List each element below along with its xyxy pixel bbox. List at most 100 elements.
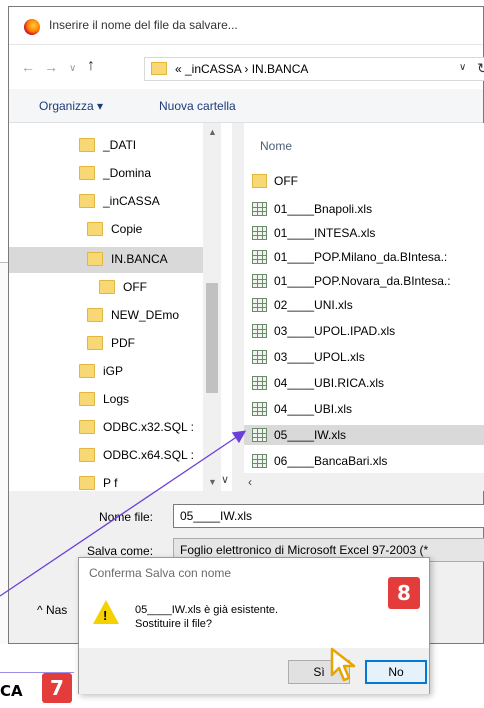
column-header-name[interactable]: Nome bbox=[260, 139, 292, 153]
recent-locations-chevron-icon[interactable]: ∨ bbox=[69, 63, 76, 74]
expand-chevron-icon[interactable]: ∨ bbox=[221, 473, 229, 486]
confirm-overwrite-dialog: Conferma Salva con nome ! 05____IW.xls è… bbox=[78, 557, 430, 694]
file-row[interactable]: 01____POP.Milano_da.BIntesa.: bbox=[244, 247, 484, 267]
refresh-icon[interactable]: ↻ bbox=[477, 60, 484, 77]
folder-icon bbox=[79, 194, 95, 208]
tree-item-selected[interactable]: IN.BANCA bbox=[9, 247, 203, 273]
file-name: 04____UBI.xls bbox=[274, 402, 353, 416]
tree-item[interactable]: _inCASSA bbox=[79, 189, 269, 215]
nav-vertical-scrollbar[interactable]: ▲ ▼ bbox=[203, 123, 221, 491]
scroll-down-icon[interactable]: ▼ bbox=[208, 477, 217, 487]
background-fragment-text: CA bbox=[0, 682, 23, 700]
file-name: 01____POP.Milano_da.BIntesa.: bbox=[274, 250, 448, 264]
spreadsheet-icon bbox=[252, 202, 267, 216]
address-path: « _inCASSA › IN.BANCA bbox=[175, 62, 309, 76]
tree-item-label: _inCASSA bbox=[103, 194, 160, 208]
firefox-icon bbox=[24, 19, 40, 35]
tree-item-label: Logs bbox=[103, 392, 130, 406]
file-row[interactable]: 03____UPOL.xls bbox=[244, 347, 484, 367]
tree-item[interactable]: P f bbox=[79, 471, 269, 491]
horizontal-scrollbar[interactable]: ‹ bbox=[244, 473, 484, 491]
spreadsheet-icon bbox=[252, 376, 267, 390]
scroll-left-icon[interactable]: ‹ bbox=[248, 475, 252, 489]
folder-icon bbox=[79, 420, 95, 434]
title-bar: Inserire il nome del file da salvare... bbox=[9, 7, 483, 45]
tree-item[interactable]: ODBC.x64.SQL : bbox=[79, 443, 269, 469]
file-name: 02____UNI.xls bbox=[274, 298, 353, 312]
spreadsheet-icon bbox=[252, 324, 267, 338]
file-row[interactable]: 01____Bnapoli.xls bbox=[244, 199, 484, 219]
step-badge-7: 7 bbox=[42, 673, 72, 703]
confirm-message-line1: 05____IW.xls è già esistente. bbox=[135, 604, 279, 616]
folder-icon bbox=[79, 476, 95, 490]
file-row[interactable]: 06____BancaBari.xls bbox=[244, 451, 484, 471]
spreadsheet-icon bbox=[252, 350, 267, 364]
confirm-dialog-footer: Sì No bbox=[79, 648, 429, 694]
folder-icon bbox=[87, 222, 103, 236]
tree-item-label: OFF bbox=[123, 280, 147, 294]
forward-arrow-icon[interactable]: → bbox=[44, 59, 58, 75]
back-arrow-icon[interactable]: ← bbox=[21, 59, 35, 75]
step-badge-8: 8 bbox=[388, 577, 420, 609]
file-row[interactable]: 03____UPOL.IPAD.xls bbox=[244, 321, 484, 341]
file-name: 01____POP.Novara_da.BIntesa.: bbox=[274, 274, 451, 288]
tree-item[interactable]: _Domina bbox=[79, 161, 269, 187]
tree-item-label: Copie bbox=[111, 222, 143, 236]
tree-item-label: P f bbox=[103, 476, 118, 490]
tree-item-label: PDF bbox=[111, 336, 135, 350]
file-name: 06____BancaBari.xls bbox=[274, 454, 388, 468]
file-row[interactable]: 04____UBI.RICA.xls bbox=[244, 373, 484, 393]
spreadsheet-icon bbox=[252, 298, 267, 312]
folder-icon bbox=[79, 448, 95, 462]
tree-item[interactable]: Logs bbox=[79, 387, 269, 413]
file-row[interactable]: OFF bbox=[244, 171, 484, 191]
spreadsheet-icon bbox=[252, 226, 267, 240]
folder-icon bbox=[79, 364, 95, 378]
folder-icon bbox=[79, 138, 95, 152]
new-folder-button[interactable]: Nuova cartella bbox=[159, 99, 236, 113]
file-name: OFF bbox=[274, 174, 298, 188]
file-name: 03____UPOL.xls bbox=[274, 350, 365, 364]
confirm-dialog-title: Conferma Salva con nome bbox=[89, 566, 232, 580]
spreadsheet-icon bbox=[252, 454, 267, 468]
tree-item-label: NEW_DEmo bbox=[111, 308, 180, 322]
tree-item[interactable]: iGP bbox=[79, 359, 269, 385]
folder-icon bbox=[99, 280, 115, 294]
tree-item-label: _DATI bbox=[103, 138, 137, 152]
address-dropdown-chevron-icon[interactable]: ∨ bbox=[459, 62, 466, 73]
filename-input[interactable]: 05____IW.xls bbox=[173, 504, 484, 528]
warning-exclamation-icon: ! bbox=[103, 608, 108, 623]
spreadsheet-icon bbox=[252, 402, 267, 416]
save-as-type-label: Salva come: bbox=[87, 544, 154, 558]
no-button[interactable]: No bbox=[365, 660, 427, 684]
folder-icon bbox=[79, 392, 95, 406]
folder-icon bbox=[252, 174, 267, 188]
organize-button[interactable]: Organizza ▾ bbox=[39, 99, 103, 113]
tree-item-label: iGP bbox=[103, 364, 124, 378]
up-arrow-icon[interactable]: ↑ bbox=[87, 57, 95, 75]
scrollbar-thumb[interactable] bbox=[206, 283, 218, 393]
save-as-dialog: Inserire il nome del file da salvare... … bbox=[8, 6, 484, 644]
tree-item-label: ODBC.x32.SQL : bbox=[103, 420, 194, 434]
file-row[interactable]: 01____POP.Novara_da.BIntesa.: bbox=[244, 271, 484, 291]
hide-folders-toggle[interactable]: ^ Nas bbox=[37, 603, 67, 617]
folder-icon bbox=[151, 62, 167, 75]
folder-icon bbox=[87, 252, 103, 266]
folder-icon bbox=[87, 336, 103, 350]
tree-item[interactable]: ODBC.x32.SQL : bbox=[79, 415, 269, 441]
address-bar[interactable]: « _inCASSA › IN.BANCA ∨ ↻ bbox=[144, 57, 484, 81]
file-row-selected[interactable]: 05____IW.xls bbox=[244, 425, 484, 445]
file-name: 01____Bnapoli.xls bbox=[274, 202, 373, 216]
file-name: 03____UPOL.IPAD.xls bbox=[274, 324, 396, 338]
navigation-pane: _DATI _Domina _inCASSA Copie IN.BANCA OF… bbox=[9, 123, 232, 491]
mouse-pointer-icon bbox=[330, 647, 356, 682]
file-row[interactable]: 02____UNI.xls bbox=[244, 295, 484, 315]
window-title: Inserire il nome del file da salvare... bbox=[49, 18, 238, 32]
file-row[interactable]: 01____INTESA.xls bbox=[244, 223, 484, 243]
folder-icon bbox=[79, 166, 95, 180]
toolbar: Organizza ▾ Nuova cartella bbox=[9, 89, 483, 123]
navigation-row: ← → ∨ ↑ « _inCASSA › IN.BANCA ∨ ↻ bbox=[9, 45, 484, 89]
scroll-up-icon[interactable]: ▲ bbox=[208, 127, 217, 137]
tree-item[interactable]: _DATI bbox=[79, 133, 269, 159]
file-row[interactable]: 04____UBI.xls bbox=[244, 399, 484, 419]
